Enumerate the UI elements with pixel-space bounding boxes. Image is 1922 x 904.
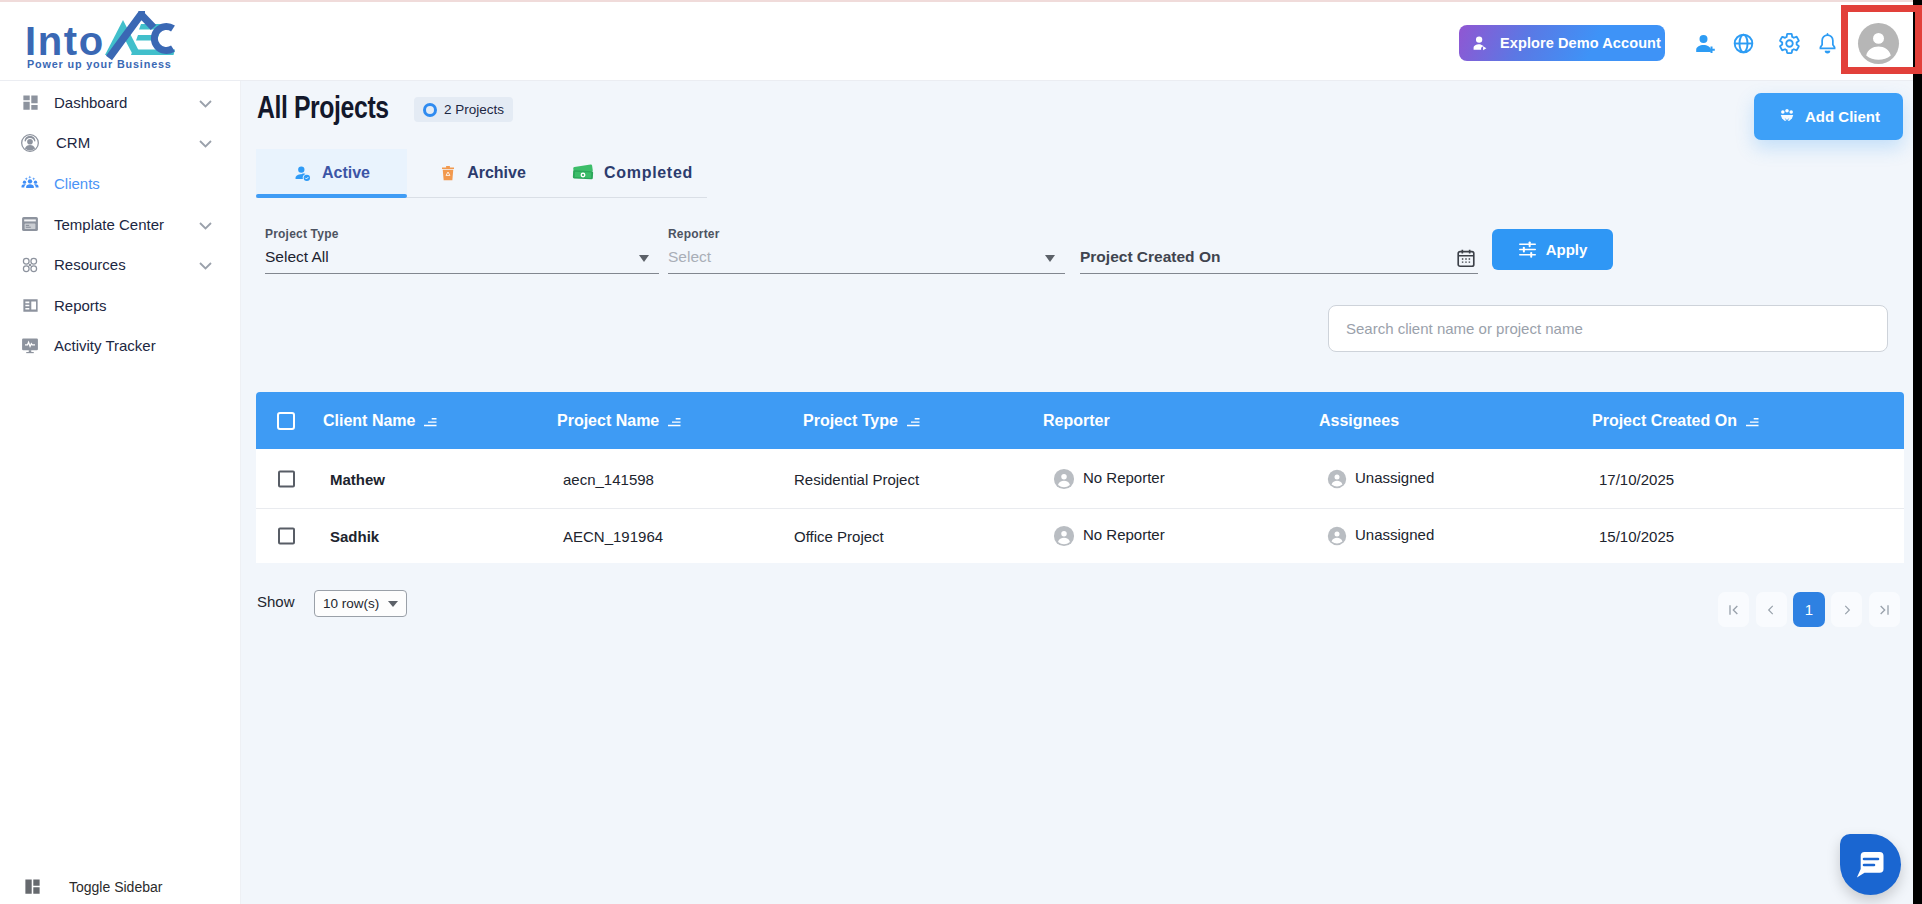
svg-text:Into: Into [25, 19, 105, 63]
